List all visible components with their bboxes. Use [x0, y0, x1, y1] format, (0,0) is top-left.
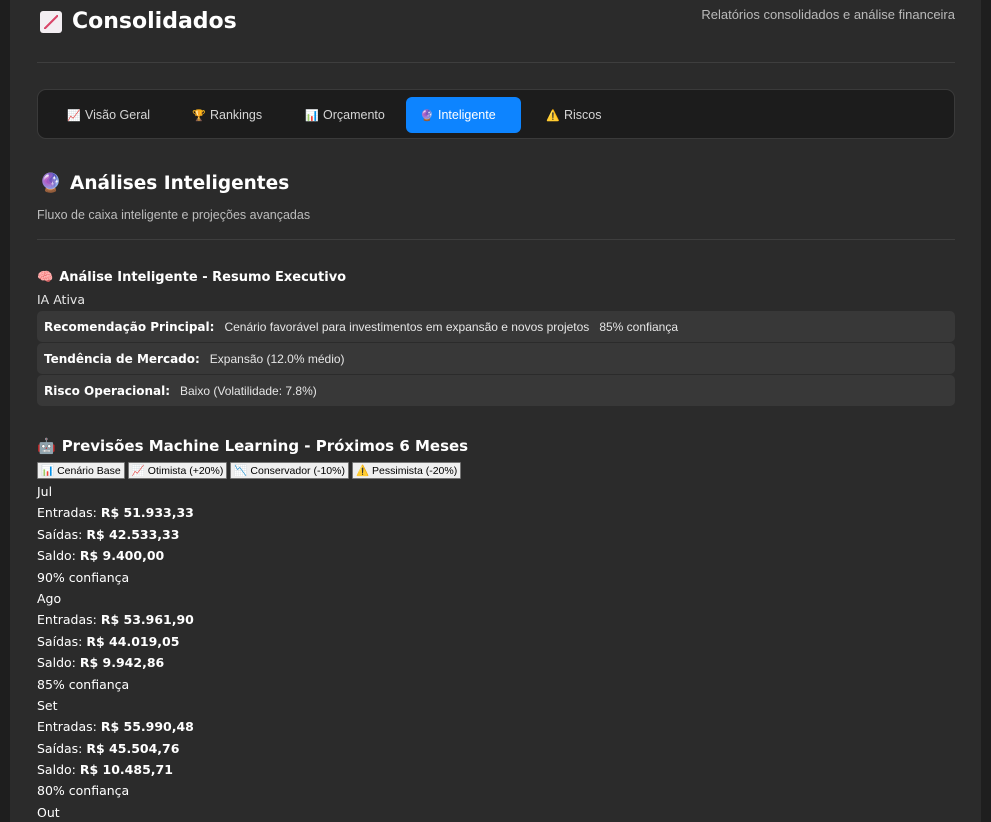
forecast-saidas: Saídas: R$ 42.533,33: [37, 524, 194, 545]
saidas-value: R$ 42.533,33: [86, 526, 180, 542]
page-title: Consolidados: [40, 9, 237, 34]
forecast-entradas: Entradas: R$ 51.933,33: [37, 502, 194, 523]
saldo-label: Saldo:: [37, 548, 76, 564]
forecast-saldo: Saldo: R$ 9.400,00: [37, 545, 194, 566]
scenario-buttons: 📊 Cenário Base 📈 Otimista (+20%) 📉 Conse…: [37, 462, 462, 479]
scenario-pessimistic-button[interactable]: ⚠️ Pessimista (-20%): [351, 462, 462, 479]
forecast-confidence: 90% confiança: [37, 569, 130, 585]
page-subtitle: Relatórios consolidados e análise financ…: [701, 7, 955, 22]
saldo-value: R$ 9.400,00: [79, 548, 165, 564]
forecast-entradas: Entradas: R$ 53.961,90: [37, 609, 194, 630]
chart-increasing-icon: [40, 10, 62, 33]
entradas-label: Entradas:: [37, 612, 97, 628]
content-area: Consolidados Relatórios consolidados e a…: [37, 0, 955, 820]
tab-orcamento[interactable]: 📊 Orçamento: [291, 97, 399, 133]
main-panel: Consolidados Relatórios consolidados e a…: [10, 0, 981, 822]
section-subtitle: Fluxo de caixa inteligente e projeções a…: [37, 208, 311, 222]
market-trend-value: Expansão (12.0% médio): [209, 351, 345, 366]
ai-summary-title: 🧠 Análise Inteligente - Resumo Executivo: [37, 270, 346, 285]
forecast-saidas: Saídas: R$ 44.019,05: [37, 631, 194, 652]
robot-icon: 🤖: [37, 437, 56, 455]
tab-label: Visão Geral: [85, 108, 151, 122]
tab-label: Riscos: [564, 108, 602, 122]
tab-label: Rankings: [210, 108, 263, 122]
forecast-saldo: Saldo: R$ 10.485,71: [37, 759, 194, 780]
chart-decreasing-icon: 📉: [234, 465, 248, 477]
saidas-label: Saídas:: [37, 526, 83, 542]
bar-chart-icon: 📊: [305, 109, 319, 122]
saidas-label: Saídas:: [37, 633, 83, 649]
warning-icon: ⚠️: [355, 465, 370, 477]
forecast-list: Jul Entradas: R$ 51.933,33 Saídas: R$ 42…: [37, 481, 194, 822]
forecast-saldo: Saldo: R$ 9.942,86: [37, 652, 194, 673]
entradas-value: R$ 51.933,33: [100, 505, 194, 521]
forecast-entradas: Entradas: R$ 55.990,48: [37, 716, 194, 737]
scenario-label: Conservador (-10%): [250, 464, 345, 477]
entradas-label: Entradas:: [37, 505, 97, 521]
saldo-value: R$ 9.942,86: [79, 655, 165, 671]
page-title-text: Consolidados: [72, 9, 237, 34]
chart-increasing-icon: 📈: [131, 465, 145, 477]
ai-summary-title-text: Análise Inteligente - Resumo Executivo: [59, 270, 347, 285]
trophy-icon: 🏆: [192, 109, 206, 122]
warning-icon: ⚠️: [546, 109, 560, 122]
forecast-confidence: 85% confiança: [37, 676, 130, 692]
saidas-label: Saídas:: [37, 740, 83, 756]
saldo-value: R$ 10.485,71: [79, 762, 173, 778]
saldo-label: Saldo:: [37, 762, 76, 778]
section-title-text: Análises Inteligentes: [70, 172, 290, 194]
saidas-value: R$ 44.019,05: [86, 633, 180, 649]
operational-risk-value: Baixo (Volatilidade: 7.8%): [180, 383, 317, 398]
scenario-optimistic-button[interactable]: 📈 Otimista (+20%): [127, 462, 228, 479]
recommendation-confidence: 85% confiança: [599, 319, 679, 334]
ml-forecast-title: 🤖 Previsões Machine Learning - Próximos …: [37, 437, 468, 455]
forecast-month: Ago: [37, 590, 62, 606]
entradas-label: Entradas:: [37, 719, 97, 735]
operational-risk-label: Risco Operacional:: [44, 383, 170, 398]
recommendation-value: Cenário favorável para investimentos em …: [224, 319, 590, 334]
tab-visao-geral[interactable]: 📈 Visão Geral: [53, 97, 164, 133]
ml-forecast-title-text: Previsões Machine Learning - Próximos 6 …: [61, 437, 469, 455]
scenario-label: Otimista (+20%): [147, 464, 224, 477]
chart-increasing-icon: 📈: [67, 109, 81, 122]
scenario-label: Pessimista (-20%): [372, 464, 458, 477]
forecast-month: Jul: [37, 484, 53, 499]
scenario-conservative-button[interactable]: 📉 Conservador (-10%): [230, 462, 349, 479]
entradas-value: R$ 55.990,48: [100, 719, 194, 735]
saldo-label: Saldo:: [37, 655, 76, 671]
tab-riscos[interactable]: ⚠️ Riscos: [532, 97, 616, 133]
brain-icon: 🧠: [37, 270, 54, 285]
recommendation-row: Recomendação Principal: Cenário favoráve…: [37, 311, 955, 342]
forecast-confidence: 80% confiança: [37, 783, 130, 799]
tab-label: Orçamento: [323, 108, 385, 122]
forecast-saidas: Saídas: R$ 45.504,76: [37, 738, 194, 759]
scenario-label: Cenário Base: [57, 464, 121, 477]
entradas-value: R$ 53.961,90: [100, 612, 194, 628]
section-title: 🔮 Análises Inteligentes: [39, 172, 290, 195]
tab-label: Inteligente: [438, 108, 496, 122]
divider: [37, 239, 955, 240]
ai-status: IA Ativa: [37, 292, 85, 307]
recommendation-label: Recomendação Principal:: [44, 319, 215, 334]
market-trend-label: Tendência de Mercado:: [44, 351, 200, 366]
tab-inteligente[interactable]: 🔮 Inteligente: [406, 97, 521, 133]
crystal-ball-icon: 🔮: [39, 173, 63, 194]
tab-rankings[interactable]: 🏆 Rankings: [178, 97, 276, 133]
crystal-ball-icon: 🔮: [420, 109, 434, 122]
tab-bar: 📈 Visão Geral 🏆 Rankings 📊 Orçamento 🔮 I…: [37, 89, 955, 139]
bar-chart-icon: 📊: [41, 465, 55, 477]
page-header: Consolidados Relatórios consolidados e a…: [37, 0, 955, 63]
operational-risk-row: Risco Operacional: Baixo (Volatilidade: …: [37, 375, 955, 406]
market-trend-row: Tendência de Mercado: Expansão (12.0% mé…: [37, 343, 955, 374]
scenario-base-button[interactable]: 📊 Cenário Base: [37, 462, 125, 479]
saidas-value: R$ 45.504,76: [86, 740, 180, 756]
forecast-month: Out: [37, 804, 60, 820]
forecast-month: Set: [37, 697, 58, 713]
